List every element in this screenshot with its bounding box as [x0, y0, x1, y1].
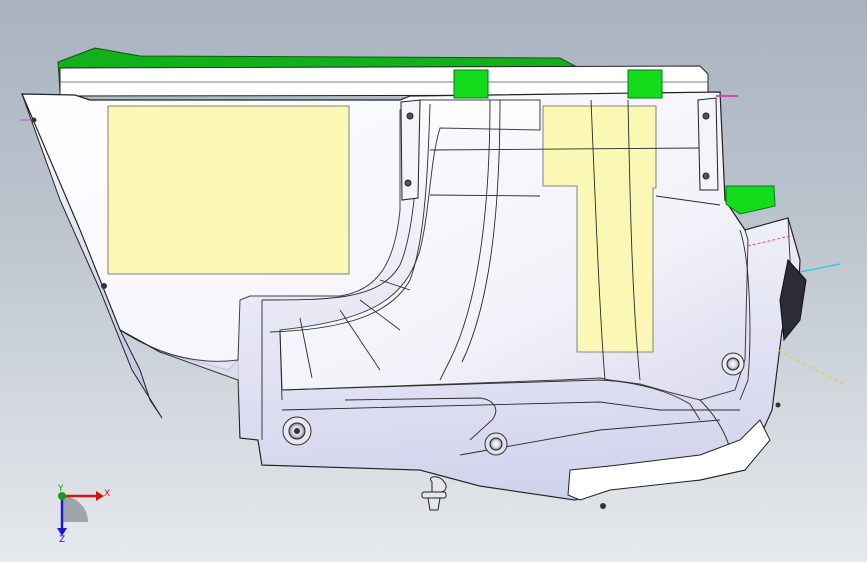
- x-axis-arrow: [96, 491, 104, 501]
- z-axis-label: Z: [59, 535, 65, 545]
- y-axis-label: Y: [57, 484, 64, 494]
- orientation-triad: X Y Z: [57, 484, 110, 545]
- cad-3d-viewport[interactable]: X Y Z: [0, 0, 867, 562]
- triad-shade: [62, 496, 88, 522]
- x-axis-label: X: [104, 489, 110, 499]
